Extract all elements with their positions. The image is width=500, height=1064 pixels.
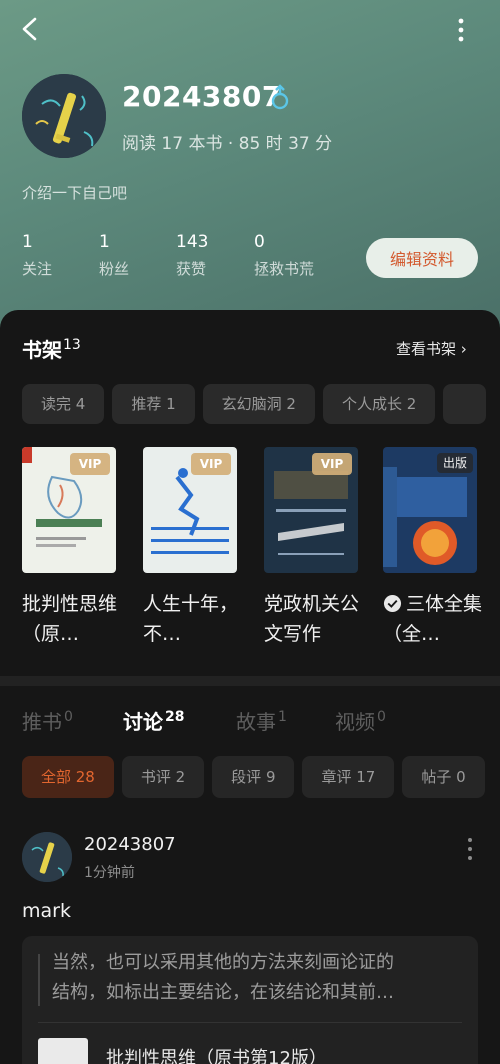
tab-count: 1 [278, 709, 287, 726]
stat-label: 获赞 [176, 260, 207, 278]
book-title: 人生十年，不… [143, 593, 239, 645]
book-badge: 出版 [437, 453, 473, 473]
book-cover: VIP [264, 447, 358, 573]
book-badge: VIP [312, 453, 352, 475]
book-item[interactable]: VIP 党政机关公文写作 [264, 447, 359, 649]
filter-book-reviews[interactable]: 书评 2 [121, 756, 205, 798]
book-title: 批判性思维（原… [22, 593, 118, 645]
username: 20243807 [122, 80, 282, 113]
more-options-icon[interactable] [450, 16, 472, 44]
quote-line-2: 结构，如标出主要结论，在该结论和其前… [52, 982, 394, 1003]
tab-stories[interactable]: 故事 1 [236, 706, 287, 735]
back-arrow-icon[interactable] [18, 16, 42, 42]
post-more-icon[interactable] [460, 834, 480, 864]
bookshelf-section: 书架13 查看书架 › 读完 4 推荐 1 玄幻脑洞 2 个人成长 2 VIP 批判性… [0, 310, 500, 676]
bookshelf-title: 书架13 [22, 334, 81, 363]
referenced-book-title: 批判性思维（原书第12版） [106, 1048, 327, 1064]
reading-summary: 阅读 17 本书 · 85 时 37 分 [122, 134, 333, 154]
discussion-filters: 全部 28 书评 2 段评 9 章评 17 帖子 0 [22, 756, 500, 800]
post-avatar[interactable] [22, 832, 72, 882]
book-title: 三体全集（全… [383, 589, 483, 649]
stat-label: 拯救书荒 [254, 260, 315, 278]
stat-value: 1 [99, 232, 110, 252]
tab-label: 故事 [236, 710, 276, 734]
section-divider [0, 676, 500, 686]
book-item[interactable]: 出版 三体全集（全… [383, 447, 482, 649]
avatar[interactable] [22, 74, 106, 158]
quote-card[interactable]: 当然，也可以采用其他的方法来刻画论证的 结构，如标出主要结论，在该结论和其前… … [22, 936, 478, 1064]
tab-label: 讨论 [123, 710, 163, 734]
stat-likes[interactable]: 143 获赞 [176, 232, 208, 279]
book-cover: VIP [22, 447, 116, 573]
male-gender-icon [271, 84, 289, 110]
stat-label: 粉丝 [99, 260, 130, 278]
quote-text: 当然，也可以采用其他的方法来刻画论证的 结构，如标出主要结论，在该结论和其前… [52, 948, 462, 1008]
tab-count: 0 [64, 709, 73, 726]
stat-followers[interactable]: 1 粉丝 [99, 232, 129, 279]
tab-recommend[interactable]: 推书 0 [22, 706, 73, 735]
post-username[interactable]: 20243807 [84, 834, 176, 855]
chip-recommended[interactable]: 推荐 1 [112, 384, 195, 424]
bookshelf-title-text: 书架 [22, 338, 62, 362]
book-item[interactable]: VIP 批判性思维（原… [22, 447, 117, 649]
stat-value: 0 [254, 232, 265, 252]
book-title: 党政机关公文写作 [264, 593, 360, 645]
tab-videos[interactable]: 视频 0 [335, 706, 386, 735]
chip-more[interactable] [443, 384, 487, 424]
chip-finished[interactable]: 读完 4 [22, 384, 105, 424]
book-cover: VIP [143, 447, 237, 573]
quote-bar [38, 954, 40, 1006]
chip-growth[interactable]: 个人成长 2 [322, 384, 436, 424]
chip-fantasy[interactable]: 玄幻脑洞 2 [202, 384, 315, 424]
shelf-category-chips: 读完 4 推荐 1 玄幻脑洞 2 个人成长 2 [22, 384, 500, 426]
tab-discussion[interactable]: 讨论 28 [123, 706, 184, 735]
book-cover: 出版 [383, 447, 477, 573]
stat-following[interactable]: 1 关注 [22, 232, 52, 279]
filter-chapter-reviews[interactable]: 章评 17 [302, 756, 395, 798]
stat-label: 关注 [22, 260, 53, 278]
stat-value: 143 [176, 232, 209, 252]
stat-value: 1 [22, 232, 33, 252]
profile-intro[interactable]: 介绍一下自己吧 [22, 182, 127, 203]
stat-rescue[interactable]: 0 拯救书荒 [254, 232, 314, 279]
filter-all[interactable]: 全部 28 [22, 756, 114, 798]
post-text: mark [22, 900, 71, 922]
tab-label: 推书 [22, 710, 62, 734]
filter-paragraph-reviews[interactable]: 段评 9 [212, 756, 295, 798]
book-badge: VIP [70, 453, 110, 475]
activity-section: 推书 0 讨论 28 故事 1 视频 0 全部 28 书评 2 段评 9 章评 17 帖子 0 … [0, 686, 500, 1064]
post-timestamp: 1分钟前 [84, 865, 135, 881]
edit-profile-button[interactable]: 编辑资料 [366, 238, 478, 278]
bookshelf-count: 13 [63, 337, 81, 354]
quote-separator [38, 1022, 462, 1023]
view-bookshelf-link[interactable]: 查看书架 › [396, 338, 467, 359]
book-item[interactable]: VIP 人生十年，不… [143, 447, 238, 649]
tab-count: 0 [377, 709, 386, 726]
tab-count: 28 [165, 709, 185, 726]
referenced-book-cover [38, 1038, 88, 1064]
tab-label: 视频 [335, 710, 375, 734]
finished-check-icon [383, 594, 402, 613]
profile-header: 20243807 阅读 17 本书 · 85 时 37 分 介绍一下自己吧 1 … [0, 0, 500, 340]
filter-posts[interactable]: 帖子 0 [402, 756, 485, 798]
quote-line-1: 当然，也可以采用其他的方法来刻画论证的 [52, 952, 394, 973]
book-badge: VIP [191, 453, 231, 475]
